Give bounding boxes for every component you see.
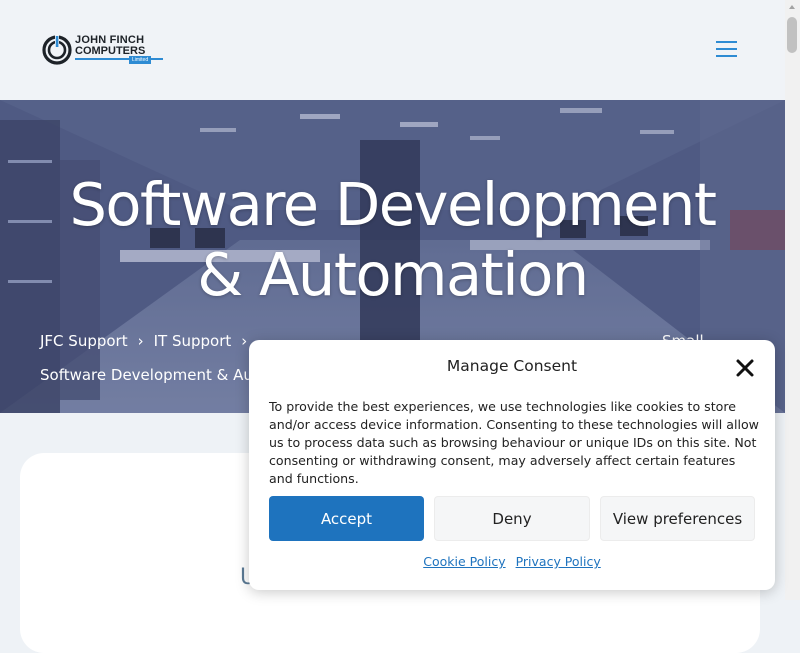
site-logo[interactable]: JOHN FINCH COMPUTERS Limited [40,32,163,68]
chevron-right-icon: › [137,332,144,350]
deny-button[interactable]: Deny [434,496,590,541]
breadcrumb-link-it-support[interactable]: IT Support [154,332,232,350]
page-title-line1: Software Development [69,170,717,239]
consent-body: To provide the best experiences, we use … [269,399,759,486]
scroll-up-arrow-icon[interactable] [785,0,800,15]
chevron-right-icon: › [241,332,248,350]
breadcrumb-link-jfc-support[interactable]: JFC Support [40,332,128,350]
power-logo-icon [42,35,72,65]
consent-title: Manage Consent [446,357,578,375]
scrollbar-thumb[interactable] [787,17,797,53]
page-title-line2: & Automation [197,240,589,309]
privacy-policy-link[interactable]: Privacy Policy [516,554,601,569]
breadcrumb: JFC Support › IT Support › [40,332,257,350]
accept-button[interactable]: Accept [269,496,424,541]
cookie-policy-link[interactable]: Cookie Policy [423,554,505,569]
consent-links: Cookie Policy Privacy Policy [249,554,775,569]
site-header: JOHN FINCH COMPUTERS Limited [0,0,785,100]
logo-tagline: Limited [129,56,152,64]
view-preferences-button[interactable]: View preferences [600,496,755,541]
cookie-consent-dialog: Manage Consent To provide the best exper… [249,340,775,590]
close-icon[interactable] [734,357,756,379]
hamburger-menu-icon[interactable] [716,40,738,58]
page-scrollbar[interactable] [785,0,800,600]
page-title: Software Development & Automation [0,170,785,310]
